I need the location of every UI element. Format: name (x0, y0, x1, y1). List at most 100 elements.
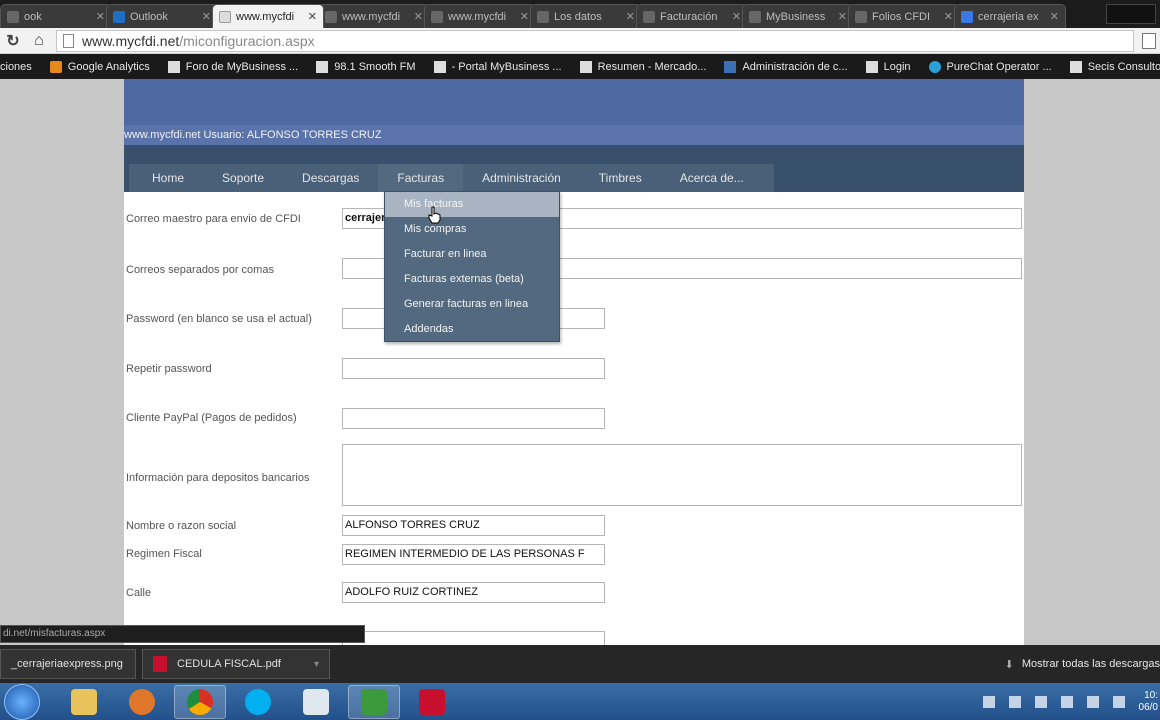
bookmark-item[interactable]: 98.1 Smooth FM (316, 60, 416, 73)
download-item[interactable]: _cerrajeriaexpress.png (0, 649, 136, 679)
clock[interactable]: 10: 06/0 (1139, 690, 1160, 714)
skype-icon (245, 688, 271, 715)
download-item[interactable]: CEDULA FISCAL.pdf ▾ (142, 649, 330, 679)
page-icon (1069, 60, 1082, 73)
page-menu-icon[interactable] (1142, 32, 1156, 49)
taskbar-media[interactable] (116, 685, 168, 719)
bookmark-item[interactable]: - Portal MyBusiness ... (433, 60, 562, 73)
show-all-downloads[interactable]: ⬇ Mostrar todas las descargas (1005, 658, 1160, 671)
paypal-input[interactable] (342, 408, 605, 429)
browser-tab[interactable]: Facturación ✕ (636, 4, 748, 28)
close-icon[interactable]: ✕ (414, 10, 423, 23)
page-icon (316, 60, 329, 73)
depositos-textarea[interactable] (342, 444, 1022, 506)
browser-tab[interactable]: ook ✕ (0, 4, 112, 28)
close-icon[interactable]: ✕ (96, 10, 105, 23)
tray-icon[interactable] (1008, 695, 1021, 708)
recorder-icon (361, 688, 387, 715)
dropdown-item-facturar-en-linea[interactable]: Facturar en linea (385, 242, 559, 267)
browser-tab[interactable]: Los datos ✕ (530, 4, 642, 28)
volume-icon[interactable] (1112, 695, 1125, 708)
calle-input[interactable]: ADOLFO RUIZ CORTINEZ (342, 582, 605, 603)
page-icon (219, 10, 231, 23)
close-icon[interactable]: ✕ (520, 10, 529, 23)
taskbar-chrome[interactable] (174, 684, 226, 719)
chat-icon (928, 60, 941, 73)
pdf-icon (153, 656, 167, 672)
taskbar-app[interactable] (290, 685, 342, 719)
taskbar-camtasia[interactable] (348, 684, 400, 719)
bookmark-item[interactable]: Resumen - Mercado... (579, 60, 706, 73)
close-icon[interactable]: ✕ (732, 10, 741, 23)
site-nav: Home Soporte Descargas Facturas Administ… (124, 145, 1024, 192)
app-icon (303, 688, 329, 715)
acrobat-icon (419, 688, 445, 715)
close-icon[interactable]: ✕ (1050, 10, 1059, 23)
media-player-icon (129, 688, 155, 715)
chrome-icon (187, 688, 213, 715)
home-icon[interactable]: ⌂ (26, 32, 52, 50)
reload-icon[interactable]: ↻ (0, 31, 26, 51)
taskbar-explorer[interactable] (58, 685, 110, 719)
dropdown-item-generar-facturas[interactable]: Generar facturas en linea (385, 292, 559, 317)
browser-tab[interactable]: www.mycfdi ✕ (424, 4, 536, 28)
system-tray: 10: 06/0 (982, 683, 1160, 720)
start-button[interactable] (4, 683, 40, 720)
dropdown-item-mis-compras[interactable]: Mis compras (385, 217, 559, 242)
nombre-label: Nombre o razon social (126, 520, 237, 532)
window-controls[interactable] (1106, 4, 1156, 24)
close-icon[interactable]: ✕ (944, 10, 953, 23)
menu-home[interactable]: Home (129, 164, 203, 192)
menu-administracion[interactable]: Administración (463, 164, 580, 192)
dropdown-item-facturas-externas[interactable]: Facturas externas (beta) (385, 267, 559, 292)
taskbar-skype[interactable] (232, 685, 284, 719)
menu-timbres[interactable]: Timbres (580, 164, 661, 192)
bookmark-item[interactable]: Foro de MyBusiness ... (167, 60, 298, 73)
bookmark-item[interactable]: ciones (0, 61, 32, 73)
address-bar[interactable]: www.mycfdi.net/miconfiguracion.aspx (56, 29, 1134, 52)
menu-acerca[interactable]: Acerca de... (661, 164, 763, 192)
bookmarks-bar: ciones Google Analytics Foro de MyBusine… (0, 54, 1160, 79)
taskbar-acrobat[interactable] (406, 685, 458, 719)
bookmark-item[interactable]: Login (865, 60, 911, 73)
admin-icon (724, 60, 737, 73)
next-input[interactable] (342, 631, 605, 645)
browser-tab[interactable]: Folios CFDI ✕ (848, 4, 960, 28)
flag-icon[interactable] (1034, 695, 1047, 708)
google-icon (961, 10, 973, 23)
chevron-down-icon[interactable]: ▾ (314, 659, 319, 670)
repetir-password-input[interactable] (342, 358, 605, 379)
menu-descargas[interactable]: Descargas (283, 164, 378, 192)
tray-icon[interactable] (982, 695, 995, 708)
page-icon (865, 60, 878, 73)
browser-tab[interactable]: Outlook ✕ (106, 4, 218, 28)
calle-label: Calle (126, 587, 152, 599)
browser-tab-active[interactable]: www.mycfdi ✕ (212, 4, 324, 28)
tray-icon[interactable] (1060, 695, 1073, 708)
dropdown-item-addendas[interactable]: Addendas (385, 317, 559, 342)
close-icon[interactable]: ✕ (626, 10, 635, 23)
bookmark-item[interactable]: Administración de c... (724, 60, 848, 73)
site-header: www.mycfdi.net Usuario: ALFONSO TORRES C… (124, 79, 1024, 145)
nombre-input[interactable]: ALFONSO TORRES CRUZ (342, 515, 605, 536)
menu-facturas[interactable]: Facturas (378, 164, 464, 192)
browser-tab[interactable]: cerrajeria ex ✕ (954, 4, 1066, 28)
close-icon[interactable]: ✕ (308, 10, 317, 23)
bookmark-item[interactable]: Secis Consultores - ... (1069, 60, 1160, 73)
regimen-input[interactable]: REGIMEN INTERMEDIO DE LAS PERSONAS F (342, 544, 605, 565)
download-icon: ⬇ (1004, 658, 1014, 671)
network-icon[interactable] (1086, 695, 1099, 708)
bookmark-item[interactable]: Google Analytics (49, 60, 150, 73)
close-icon[interactable]: ✕ (838, 10, 847, 23)
close-icon[interactable]: ✕ (202, 10, 211, 23)
bookmark-item[interactable]: PureChat Operator ... (928, 60, 1052, 73)
page-icon (643, 10, 655, 23)
page-viewport: www.mycfdi.net Usuario: ALFONSO TORRES C… (0, 79, 1160, 645)
dropdown-item-mis-facturas[interactable]: Mis facturas (385, 192, 559, 217)
password-label: Password (en blanco se usa el actual) (126, 313, 312, 325)
browser-tab[interactable]: MyBusiness ✕ (742, 4, 854, 28)
url-path: /miconfiguracion.aspx (179, 32, 315, 49)
menu-soporte[interactable]: Soporte (203, 164, 283, 192)
browser-tab[interactable]: www.mycfdi ✕ (318, 4, 430, 28)
folder-icon (71, 688, 97, 715)
